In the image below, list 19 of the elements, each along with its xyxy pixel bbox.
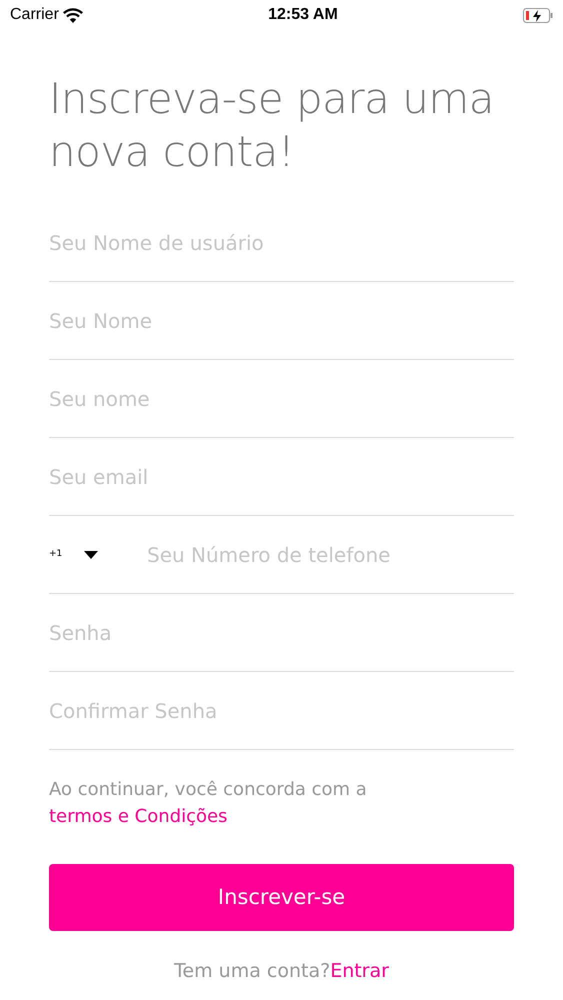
phone-field[interactable]: Seu Número de telefone	[147, 534, 514, 574]
account-question: Tem uma conta?	[174, 959, 330, 984]
login-link[interactable]: Entrar	[330, 957, 389, 986]
country-code-selector[interactable]: +1	[49, 548, 147, 562]
carrier-label: Carrier	[10, 5, 59, 25]
caret-icon	[84, 550, 98, 558]
input-field[interactable]: Senha	[49, 612, 514, 652]
signup-button[interactable]: Inscrever-se	[49, 864, 514, 931]
wifi-icon	[62, 8, 83, 22]
input-field[interactable]: Seu Nome de usuário	[49, 222, 514, 262]
terms-text: Ao continuar, você concorda com a termos e Condições	[49, 778, 368, 829]
input-field[interactable]: Seu Nome	[49, 300, 514, 340]
battery-icon	[522, 8, 553, 22]
terms-link[interactable]: termos e Condições	[49, 806, 228, 827]
input-field[interactable]: Seu nome	[49, 378, 514, 418]
page-title: Inscreva-se para uma nova conta!	[49, 73, 496, 178]
input-field[interactable]: Seu email	[49, 456, 514, 496]
input-field[interactable]: Confirmar Senha	[49, 690, 514, 730]
clock-time: 12:53 AM	[268, 5, 338, 25]
